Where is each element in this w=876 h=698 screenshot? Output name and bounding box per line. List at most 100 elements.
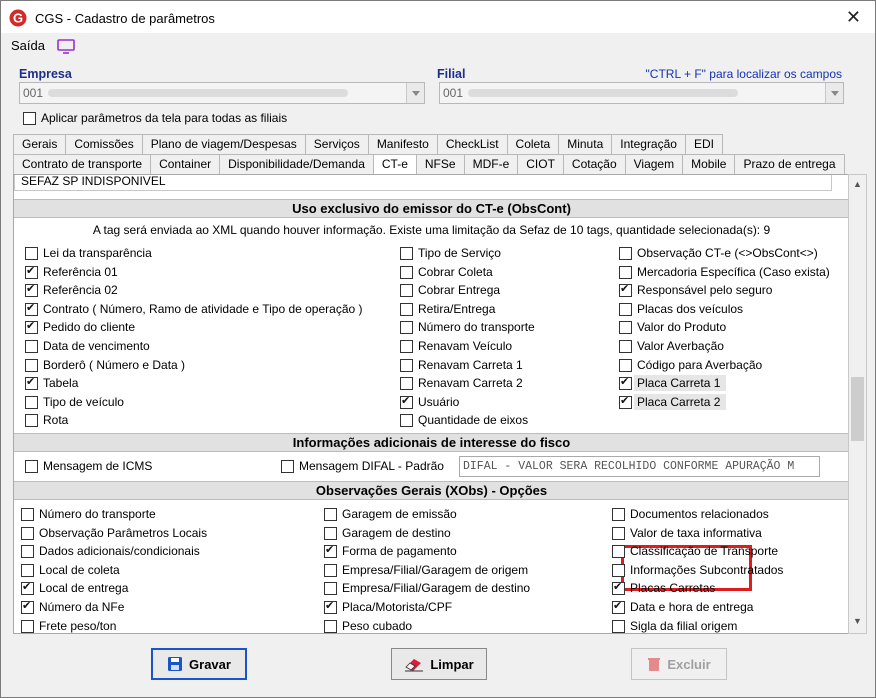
icms-checkbox[interactable] <box>25 460 38 473</box>
option-checkbox[interactable] <box>619 340 632 353</box>
option-label: Classificação de Transporte <box>630 544 779 559</box>
option-checkbox[interactable] <box>400 377 413 391</box>
tab-coleta[interactable]: Coleta <box>507 134 560 154</box>
option-checkbox[interactable] <box>21 526 34 540</box>
option-checkbox[interactable] <box>619 265 632 279</box>
option-checkbox[interactable] <box>324 526 337 540</box>
excluir-button[interactable]: Excluir <box>631 648 727 680</box>
tab-servi-os[interactable]: Serviços <box>305 134 369 154</box>
obscont-info: A tag será enviada ao XML quando houver … <box>92 223 771 237</box>
limpar-button[interactable]: Limpar <box>391 648 487 680</box>
tab-gerais[interactable]: Gerais <box>13 134 67 154</box>
difal-message-input[interactable]: DIFAL - VALOR SERA RECOLHIDO CONFORME AP… <box>459 456 820 477</box>
option-checkbox[interactable] <box>619 282 632 298</box>
tab-edi[interactable]: EDI <box>685 134 723 154</box>
option-checkbox[interactable] <box>25 375 38 391</box>
option-checkbox[interactable] <box>619 247 632 260</box>
option-checkbox[interactable] <box>400 265 413 279</box>
option-checkbox[interactable] <box>612 599 625 614</box>
option-checkbox[interactable] <box>612 619 625 633</box>
option-checkbox[interactable] <box>612 508 625 521</box>
option-label: Placa Carreta 1 <box>637 376 721 391</box>
option-checkbox[interactable] <box>400 321 413 335</box>
option-label: Placas Carretas <box>630 581 716 596</box>
option-checkbox[interactable] <box>400 247 413 260</box>
tab-mdf-e[interactable]: MDF-e <box>464 154 519 174</box>
option-checkbox[interactable] <box>324 619 337 633</box>
tab-nfse[interactable]: NFSe <box>416 154 465 174</box>
tab-manifesto[interactable]: Manifesto <box>368 134 438 154</box>
option-checkbox[interactable] <box>25 395 38 409</box>
tab-viagem[interactable]: Viagem <box>625 154 684 174</box>
tab-prazo-de-entrega[interactable]: Prazo de entrega <box>735 154 845 174</box>
option-checkbox[interactable] <box>25 358 38 372</box>
tab-minuta[interactable]: Minuta <box>559 134 613 154</box>
option-checkbox[interactable] <box>21 599 34 614</box>
tab-cota-o[interactable]: Cotação <box>563 154 626 174</box>
option-checkbox[interactable] <box>25 301 38 316</box>
option-checkbox[interactable] <box>619 375 632 391</box>
option-checkbox[interactable] <box>612 526 625 540</box>
tab-plano-de-viagem-despesas[interactable]: Plano de viagem/Despesas <box>142 134 306 154</box>
option-checkbox[interactable] <box>25 414 38 428</box>
option-checkbox[interactable] <box>400 340 413 353</box>
option-checkbox[interactable] <box>21 563 34 577</box>
difal-checkbox[interactable] <box>281 460 294 473</box>
option-label: Código para Averbação <box>637 357 763 372</box>
apply-all-checkbox[interactable] <box>23 112 36 125</box>
option-label: Número da NFe <box>39 600 125 614</box>
option-checkbox[interactable] <box>21 580 34 596</box>
close-icon[interactable]: ✕ <box>846 7 861 28</box>
svg-text:G: G <box>13 11 23 26</box>
tab-container[interactable]: Container <box>151 154 221 174</box>
scroll-up-icon[interactable]: ▲ <box>853 179 862 189</box>
option-checkbox[interactable] <box>21 619 34 633</box>
tab-mobile[interactable]: Mobile <box>683 154 736 174</box>
option-checkbox[interactable] <box>25 247 38 260</box>
option-checkbox[interactable] <box>612 580 625 596</box>
option-label: Rota <box>43 413 69 428</box>
option-checkbox[interactable] <box>324 543 337 559</box>
option-checkbox[interactable] <box>21 508 34 521</box>
tab-contrato-de-transporte[interactable]: Contrato de transporte <box>13 154 152 174</box>
excluir-label: Excluir <box>667 656 711 672</box>
option-checkbox[interactable] <box>400 284 413 298</box>
option-checkbox[interactable] <box>25 282 38 298</box>
gravar-button[interactable]: Gravar <box>151 648 247 680</box>
option-checkbox[interactable] <box>400 302 413 316</box>
option-checkbox[interactable] <box>324 508 337 521</box>
option-checkbox[interactable] <box>619 394 632 409</box>
option-checkbox[interactable] <box>400 394 413 409</box>
option-checkbox[interactable] <box>400 414 413 428</box>
tab-ciot[interactable]: CIOT <box>518 154 564 174</box>
option-label: Informações Subcontratados <box>630 562 784 577</box>
option-checkbox[interactable] <box>324 582 337 596</box>
option-checkbox[interactable] <box>612 563 625 577</box>
option-checkbox[interactable] <box>25 340 38 353</box>
tab-comiss-es[interactable]: Comissões <box>66 134 143 154</box>
scroll-thumb[interactable] <box>851 377 864 441</box>
option-checkbox[interactable] <box>25 319 38 335</box>
option-checkbox[interactable] <box>619 302 632 316</box>
tab-disponibilidade-demanda[interactable]: Disponibilidade/Demanda <box>220 154 374 174</box>
empresa-select[interactable]: 001 <box>19 82 425 104</box>
option-checkbox[interactable] <box>612 545 625 559</box>
option-checkbox[interactable] <box>21 545 34 559</box>
tab-ct-e[interactable]: CT-e <box>373 154 417 175</box>
chevron-down-icon[interactable] <box>406 83 424 103</box>
scroll-down-icon[interactable]: ▼ <box>853 616 862 626</box>
monitor-icon[interactable] <box>57 39 75 55</box>
vertical-scrollbar[interactable]: ▲ ▼ <box>848 174 867 634</box>
option-checkbox[interactable] <box>619 321 632 335</box>
menu-saida[interactable]: Saída <box>11 38 45 53</box>
option-checkbox[interactable] <box>324 599 337 614</box>
option-checkbox[interactable] <box>400 358 413 372</box>
tab-integra-o[interactable]: Integração <box>612 134 686 154</box>
option-checkbox[interactable] <box>619 358 632 372</box>
option-checkbox[interactable] <box>324 563 337 577</box>
filial-select[interactable]: 001 <box>439 82 844 104</box>
option-label: Retira/Entrega <box>418 301 496 316</box>
option-checkbox[interactable] <box>25 264 38 279</box>
tab-checklist[interactable]: CheckList <box>437 134 508 154</box>
chevron-down-icon[interactable] <box>825 83 843 103</box>
